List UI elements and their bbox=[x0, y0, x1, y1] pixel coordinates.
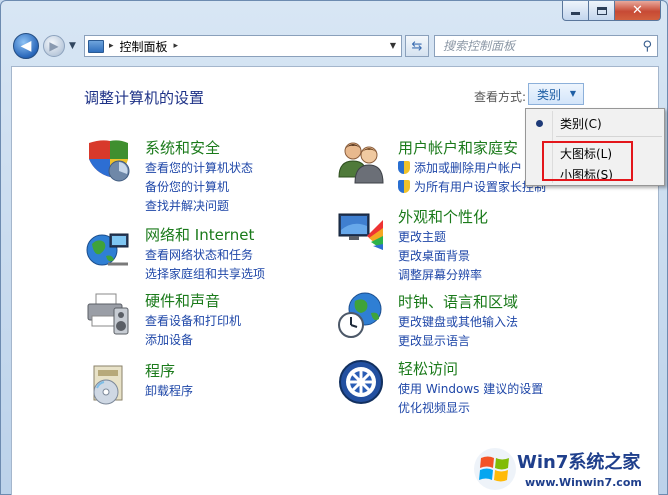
programs-icon[interactable] bbox=[84, 360, 132, 408]
appearance-icon[interactable] bbox=[337, 206, 385, 254]
view-by-label: 查看方式: bbox=[474, 90, 527, 104]
address-dropdown-button[interactable]: ▼ bbox=[390, 41, 396, 50]
close-button[interactable]: ✕ bbox=[615, 1, 661, 21]
address-bar[interactable]: ▸ 控制面板 ▸ ▼ bbox=[84, 35, 402, 57]
category-link[interactable]: 查看网络状态和任务 bbox=[145, 246, 253, 263]
maximize-button[interactable] bbox=[589, 1, 615, 21]
category-link[interactable]: 备份您的计算机 bbox=[145, 178, 229, 195]
breadcrumb-separator[interactable]: ▸ bbox=[174, 41, 179, 51]
caption-buttons: ✕ bbox=[562, 1, 661, 21]
category-link[interactable]: 添加或删除用户帐户 bbox=[398, 159, 522, 176]
category-link[interactable]: 更改显示语言 bbox=[398, 332, 470, 349]
control-panel-window: ✕ ◀ ▶ ▼ ▸ 控制面板 ▸ ▼ ⇆ 搜索控制面板 ⚲ 调整计算机的设置 查… bbox=[0, 0, 668, 495]
chevron-down-icon: ▼ bbox=[569, 89, 576, 98]
category-link[interactable]: 使用 Windows 建议的设置 bbox=[398, 380, 543, 397]
view-by-value: 类别 bbox=[537, 87, 562, 102]
watermark-brand: Win7系统之家 bbox=[517, 452, 641, 473]
category-title[interactable]: 轻松访问 bbox=[398, 358, 458, 379]
category-link[interactable]: 更改键盘或其他输入法 bbox=[398, 313, 518, 330]
menu-separator bbox=[556, 136, 662, 137]
category-link[interactable]: 卸载程序 bbox=[145, 382, 193, 399]
view-by-dropdown[interactable]: 类别 ▼ bbox=[528, 83, 584, 105]
category-link[interactable]: 更改主题 bbox=[398, 228, 446, 245]
minimize-button[interactable] bbox=[562, 1, 589, 21]
forward-arrow-icon: ▶ bbox=[49, 39, 59, 53]
search-icon[interactable]: ⚲ bbox=[642, 37, 652, 57]
category-title[interactable]: 外观和个性化 bbox=[398, 206, 488, 227]
uac-shield-icon bbox=[398, 180, 410, 193]
control-panel-icon bbox=[88, 39, 104, 53]
selected-radio-icon bbox=[536, 120, 543, 127]
maximize-icon bbox=[596, 6, 607, 15]
refresh-icon: ⇆ bbox=[411, 38, 423, 54]
printer-icon[interactable] bbox=[84, 290, 132, 338]
category-title[interactable]: 程序 bbox=[145, 360, 175, 381]
category-link[interactable]: 更改桌面背景 bbox=[398, 247, 470, 264]
category-link[interactable]: 查找并解决问题 bbox=[145, 197, 229, 214]
navigation-bar: ◀ ▶ ▼ ▸ 控制面板 ▸ ▼ ⇆ 搜索控制面板 ⚲ bbox=[1, 30, 667, 62]
breadcrumb-separator[interactable]: ▸ bbox=[109, 41, 114, 51]
search-input[interactable]: 搜索控制面板 ⚲ bbox=[434, 35, 658, 57]
back-arrow-icon: ◀ bbox=[20, 38, 32, 54]
close-icon: ✕ bbox=[632, 3, 643, 18]
minimize-icon bbox=[571, 11, 580, 15]
search-placeholder: 搜索控制面板 bbox=[443, 39, 516, 53]
category-link-label: 添加或删除用户帐户 bbox=[414, 161, 523, 175]
shield-icon[interactable] bbox=[84, 137, 132, 185]
category-link[interactable]: 调整屏幕分辨率 bbox=[398, 266, 482, 283]
clock-globe-icon[interactable] bbox=[337, 291, 385, 339]
watermark-url: www.Winwin7.com bbox=[525, 476, 642, 489]
breadcrumb-control-panel[interactable]: 控制面板 bbox=[120, 38, 168, 55]
ease-of-access-icon[interactable] bbox=[337, 358, 385, 406]
page-title: 调整计算机的设置 bbox=[84, 89, 205, 107]
category-title[interactable]: 系统和安全 bbox=[145, 137, 220, 158]
category-link[interactable]: 查看设备和打印机 bbox=[145, 312, 241, 329]
network-globe-icon[interactable] bbox=[84, 224, 132, 272]
refresh-button[interactable]: ⇆ bbox=[405, 35, 429, 57]
annotation-highlight-box bbox=[542, 141, 633, 181]
forward-button[interactable]: ▶ bbox=[43, 35, 65, 57]
users-icon[interactable] bbox=[337, 137, 385, 185]
back-button[interactable]: ◀ bbox=[13, 33, 39, 59]
category-link[interactable]: 为所有用户设置家长控制 bbox=[398, 178, 546, 195]
category-link[interactable]: 查看您的计算机状态 bbox=[145, 159, 253, 176]
category-title[interactable]: 硬件和声音 bbox=[145, 290, 220, 311]
recent-pages-dropdown[interactable]: ▼ bbox=[69, 41, 76, 51]
category-link[interactable]: 优化视频显示 bbox=[398, 399, 470, 416]
category-link[interactable]: 添加设备 bbox=[145, 331, 193, 348]
category-link[interactable]: 选择家庭组和共享选项 bbox=[145, 265, 265, 282]
menu-item-category[interactable]: 类别(C) bbox=[560, 115, 602, 132]
category-title[interactable]: 网络和 Internet bbox=[145, 224, 254, 245]
category-title[interactable]: 时钟、语言和区域 bbox=[398, 291, 518, 312]
category-title[interactable]: 用户帐户和家庭安 bbox=[398, 137, 518, 158]
windows-logo-icon bbox=[474, 448, 516, 490]
uac-shield-icon bbox=[398, 161, 410, 174]
